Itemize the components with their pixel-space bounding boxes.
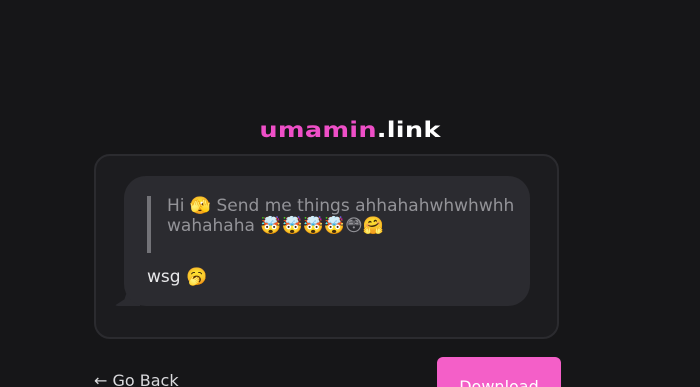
go-back-link[interactable]: ← Go Back <box>94 371 179 387</box>
quoted-message: Hi 🫣 Send me things ahhahahwhwhwhhwahaha… <box>147 196 517 253</box>
logo-tld: .link <box>376 118 441 142</box>
logo-brand: umamin <box>259 118 377 142</box>
download-button[interactable]: Download <box>437 357 561 387</box>
page: umamin.link Hi 🫣 Send me things ahhahahw… <box>0 0 700 387</box>
reply-text: wsg 🥱 <box>147 267 208 287</box>
site-logo[interactable]: umamin.link <box>0 117 700 143</box>
